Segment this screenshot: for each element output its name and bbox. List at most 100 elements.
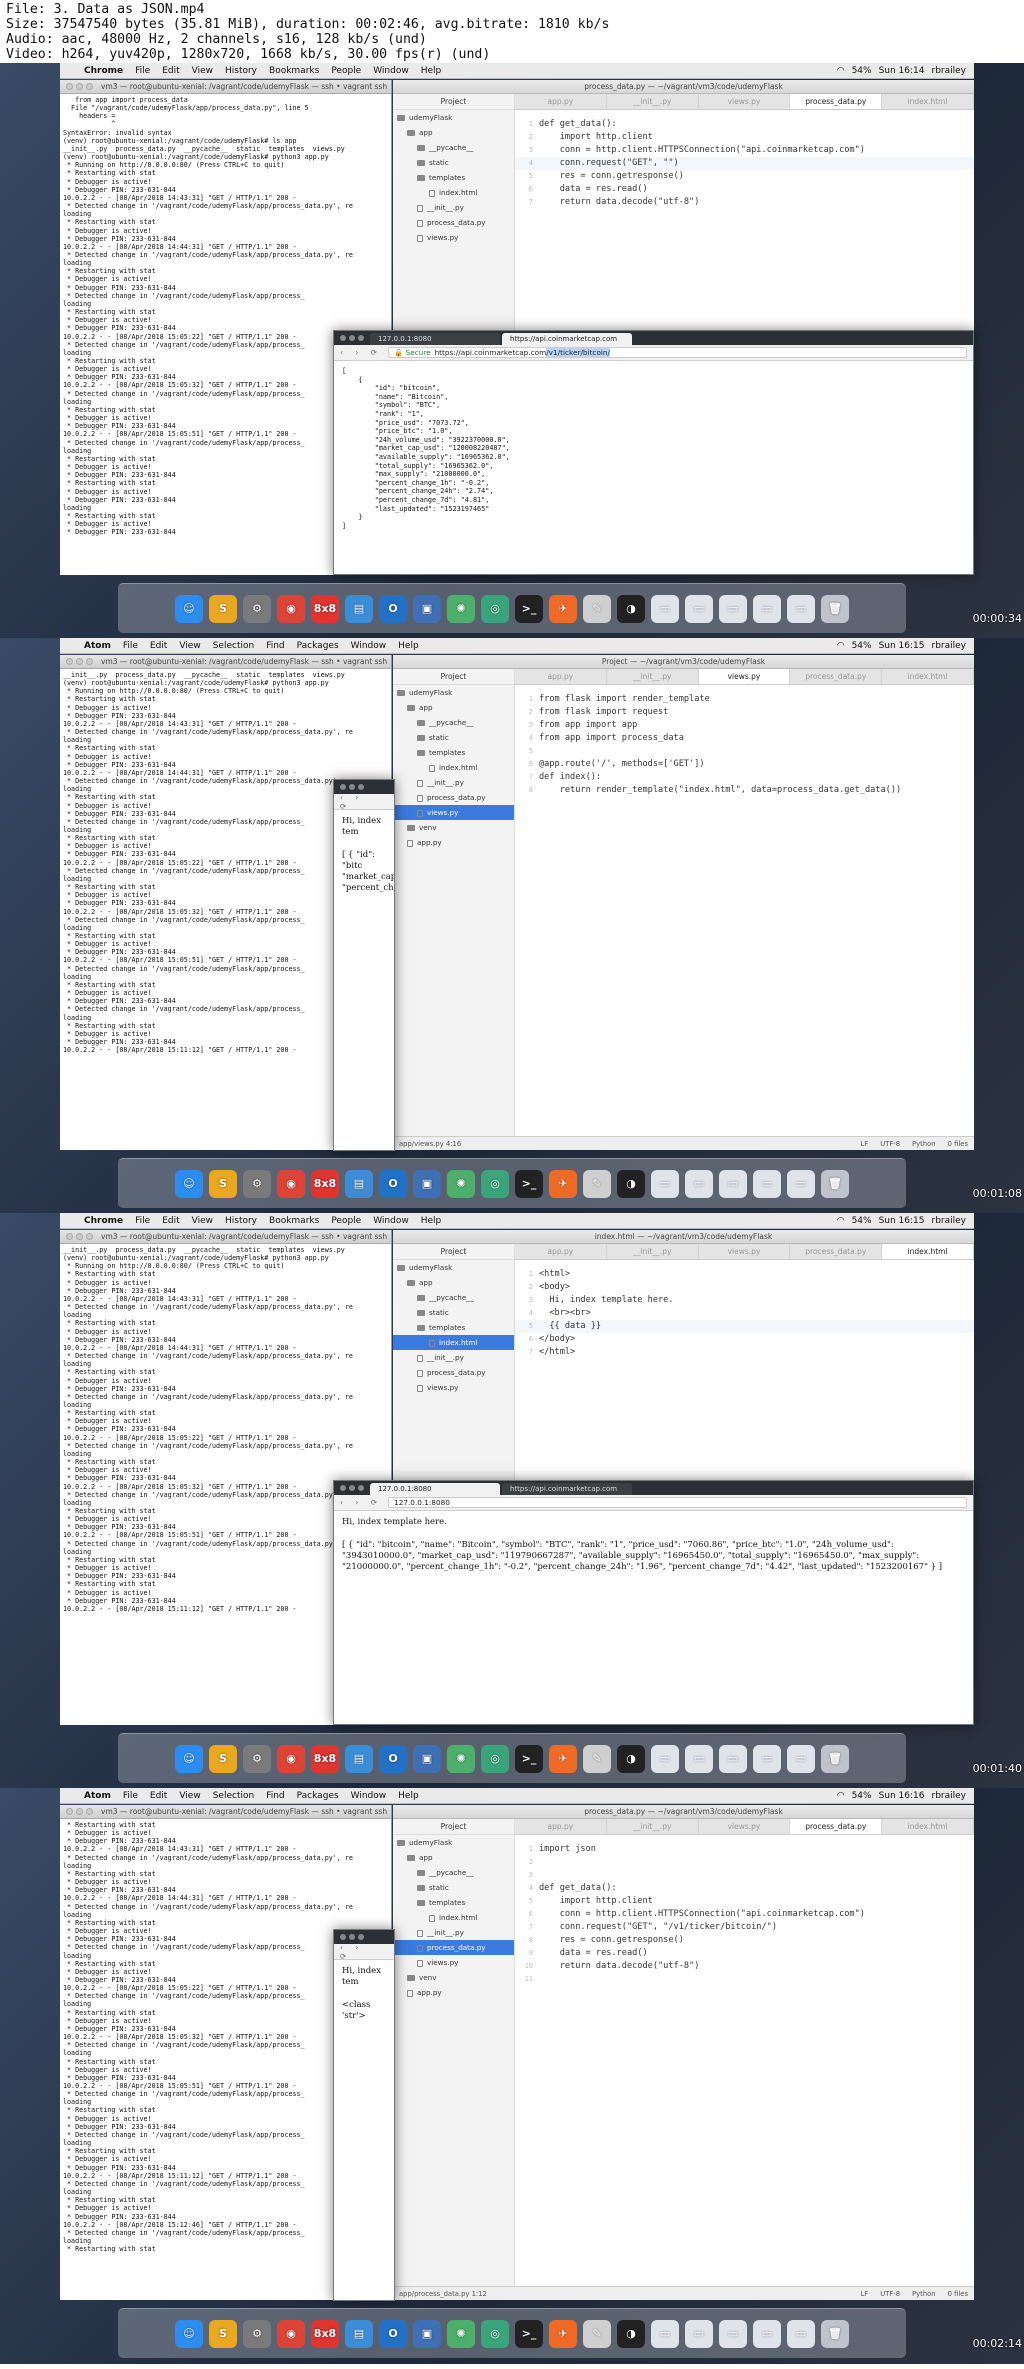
- menu-item[interactable]: View: [186, 66, 219, 76]
- obs-icon[interactable]: ◑: [617, 2319, 645, 2348]
- menu-item[interactable]: File: [129, 1216, 156, 1226]
- tree-item[interactable]: app: [393, 125, 514, 140]
- window-preview-4-icon[interactable]: ▭: [753, 2319, 781, 2348]
- chrome-icon[interactable]: ◉: [277, 1169, 305, 1198]
- window-preview-2-icon[interactable]: ▭: [685, 1169, 713, 1198]
- tree-item[interactable]: __init__.py: [393, 1350, 514, 1365]
- tree-item[interactable]: app.py: [393, 1985, 514, 2000]
- system-preferences-icon[interactable]: ⚙: [243, 594, 271, 623]
- tree-item[interactable]: udemyFlask: [393, 1835, 514, 1850]
- tree-item[interactable]: __init__.py: [393, 1925, 514, 1940]
- 8x8-icon[interactable]: 8x8: [311, 594, 339, 623]
- postman-icon[interactable]: ✈: [549, 2319, 577, 2348]
- outlook-icon[interactable]: O: [379, 1169, 407, 1198]
- menu-item[interactable]: Window: [345, 1791, 393, 1801]
- tree-item[interactable]: udemyFlask: [393, 110, 514, 125]
- atom-icon[interactable]: ✺: [447, 2319, 475, 2348]
- menu-item[interactable]: Window: [367, 1216, 415, 1226]
- project-tree-header[interactable]: Project: [393, 1819, 514, 1835]
- menu-item[interactable]: File: [129, 66, 156, 76]
- zoom-dot-icon[interactable]: [358, 1934, 364, 1940]
- project-tree-header[interactable]: Project: [393, 1244, 514, 1260]
- atom-icon[interactable]: ✺: [447, 594, 475, 623]
- menu-item[interactable]: View: [186, 1216, 219, 1226]
- slack-icon[interactable]: S: [209, 1744, 237, 1773]
- keynote-icon[interactable]: ▤: [345, 1169, 373, 1198]
- 8x8-icon[interactable]: 8x8: [311, 1744, 339, 1773]
- editor-tab[interactable]: index.html: [882, 669, 974, 684]
- tree-item[interactable]: static: [393, 730, 514, 745]
- minimize-dot-icon[interactable]: [76, 658, 83, 665]
- slack-icon[interactable]: S: [209, 1169, 237, 1198]
- nav-arrows-icon[interactable]: ‹ › ⟳: [340, 348, 382, 357]
- trash-icon[interactable]: 🗑: [821, 1744, 849, 1773]
- close-dot-icon[interactable]: [66, 1233, 73, 1240]
- network-icon[interactable]: ◎: [481, 594, 509, 623]
- system-preferences-icon[interactable]: ⚙: [243, 1744, 271, 1773]
- window-preview-4-icon[interactable]: ▭: [753, 1169, 781, 1198]
- menu-item[interactable]: Help: [415, 1216, 448, 1226]
- keynote-icon[interactable]: ▤: [345, 2319, 373, 2348]
- outlook-icon[interactable]: O: [379, 594, 407, 623]
- postman-icon[interactable]: ✈: [549, 1169, 577, 1198]
- zoom-dot-icon[interactable]: [86, 1233, 93, 1240]
- editor-tab[interactable]: __init__.py: [607, 1244, 699, 1259]
- tree-item[interactable]: app: [393, 1850, 514, 1865]
- close-dot-icon[interactable]: [66, 658, 73, 665]
- zoom-dot-icon[interactable]: [358, 1485, 364, 1491]
- window-preview-1-icon[interactable]: ▭: [651, 594, 679, 623]
- tree-item[interactable]: views.py: [393, 1955, 514, 1970]
- window-preview-1-icon[interactable]: ▭: [651, 1169, 679, 1198]
- tree-item[interactable]: __init__.py: [393, 200, 514, 215]
- window-preview-3-icon[interactable]: ▭: [719, 594, 747, 623]
- status-item[interactable]: Python: [912, 2290, 936, 2298]
- menu-item[interactable]: View: [173, 641, 206, 651]
- zoom-dot-icon[interactable]: [86, 1808, 93, 1815]
- address-bar[interactable]: 127.0.0.1:8080: [388, 1497, 967, 1508]
- tree-item[interactable]: index.html: [393, 1335, 514, 1350]
- menubar-user[interactable]: rbrailey: [932, 641, 967, 651]
- status-item[interactable]: Python: [912, 1140, 936, 1148]
- minimize-dot-icon[interactable]: [349, 1485, 355, 1491]
- finder-icon[interactable]: ☺: [175, 594, 203, 623]
- project-tree-header[interactable]: Project: [393, 669, 514, 685]
- atom-icon[interactable]: ✺: [447, 1744, 475, 1773]
- menu-item[interactable]: Window: [367, 66, 415, 76]
- close-dot-icon[interactable]: [66, 1808, 73, 1815]
- window-preview-2-icon[interactable]: ▭: [685, 1744, 713, 1773]
- menu-item[interactable]: File: [117, 1791, 144, 1801]
- 8x8-icon[interactable]: 8x8: [311, 1169, 339, 1198]
- app-menu[interactable]: Chrome: [78, 66, 129, 76]
- keynote-icon[interactable]: ▤: [345, 594, 373, 623]
- close-dot-icon[interactable]: [340, 1934, 346, 1940]
- nav-arrows-icon[interactable]: ‹ › ⟳: [340, 1943, 382, 1961]
- tree-item[interactable]: app: [393, 700, 514, 715]
- tree-item[interactable]: __pycache__: [393, 140, 514, 155]
- nav-arrows-icon[interactable]: ‹ › ⟳: [340, 793, 382, 811]
- window-preview-5-icon[interactable]: ▭: [787, 1169, 815, 1198]
- trash-icon[interactable]: 🗑: [821, 594, 849, 623]
- tree-item[interactable]: templates: [393, 1320, 514, 1335]
- network-icon[interactable]: ◎: [481, 1744, 509, 1773]
- tree-item[interactable]: __pycache__: [393, 1290, 514, 1305]
- trash-icon[interactable]: 🗑: [821, 1169, 849, 1198]
- status-item[interactable]: LF: [861, 2290, 869, 2298]
- finder-icon[interactable]: ☺: [175, 1744, 203, 1773]
- window-preview-3-icon[interactable]: ▭: [719, 1744, 747, 1773]
- status-item[interactable]: UTF-8: [880, 1140, 900, 1148]
- editor-tab[interactable]: index.html: [882, 94, 974, 109]
- address-bar[interactable]: 🔒 Secure https://api.coinmarketcap.com/v1…: [388, 347, 967, 358]
- menu-item[interactable]: Help: [392, 641, 425, 651]
- virtualbox-icon[interactable]: ▣: [413, 1744, 441, 1773]
- editor-tab[interactable]: __init__.py: [607, 1819, 699, 1834]
- window-preview-5-icon[interactable]: ▭: [787, 1744, 815, 1773]
- zoom-dot-icon[interactable]: [86, 83, 93, 90]
- close-dot-icon[interactable]: [340, 335, 346, 341]
- network-icon[interactable]: ◎: [481, 1169, 509, 1198]
- editor-tab[interactable]: app.py: [515, 669, 607, 684]
- browser-tab[interactable]: 127.0.0.1:8080: [370, 1483, 500, 1495]
- postman-icon[interactable]: ✈: [549, 1744, 577, 1773]
- code-area[interactable]: 1 from flask import render_template 2 from …: [515, 685, 974, 1136]
- window-preview-4-icon[interactable]: ▭: [753, 1744, 781, 1773]
- outlook-icon[interactable]: O: [379, 2319, 407, 2348]
